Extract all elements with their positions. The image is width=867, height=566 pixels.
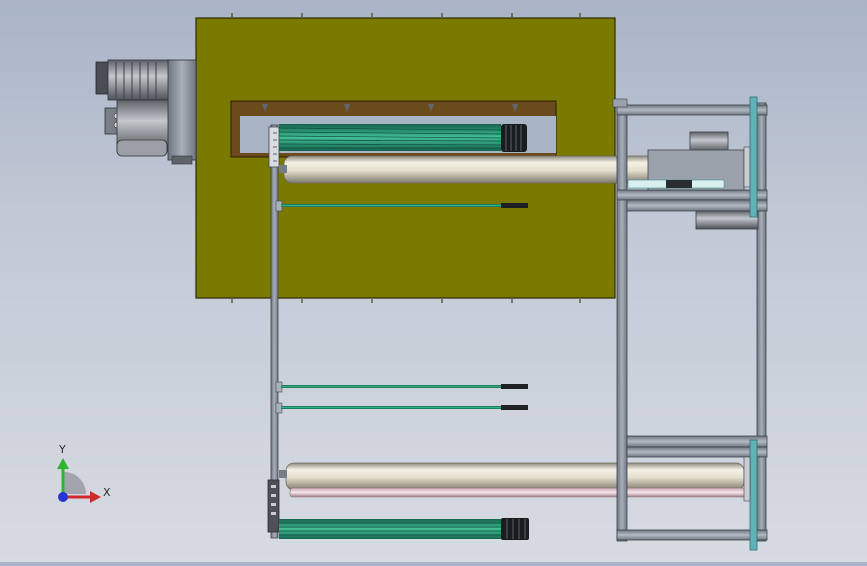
cad-viewport[interactable]: Y X [0, 0, 867, 562]
upper-green-bundle[interactable] [278, 124, 527, 152]
y-axis-label: Y [59, 443, 66, 456]
thin-shaft-3[interactable] [275, 402, 528, 414]
cad-model-drawing[interactable] [0, 0, 867, 562]
lower-roller[interactable] [279, 462, 747, 498]
thin-shaft-2[interactable] [275, 381, 528, 393]
lower-green-bundle[interactable] [279, 518, 529, 540]
axis-triad [57, 458, 101, 503]
upper-drive-unit[interactable] [627, 131, 759, 230]
gear-motor[interactable] [95, 59, 197, 165]
z-axis-dot [58, 492, 68, 502]
x-axis-label: X [103, 486, 111, 499]
